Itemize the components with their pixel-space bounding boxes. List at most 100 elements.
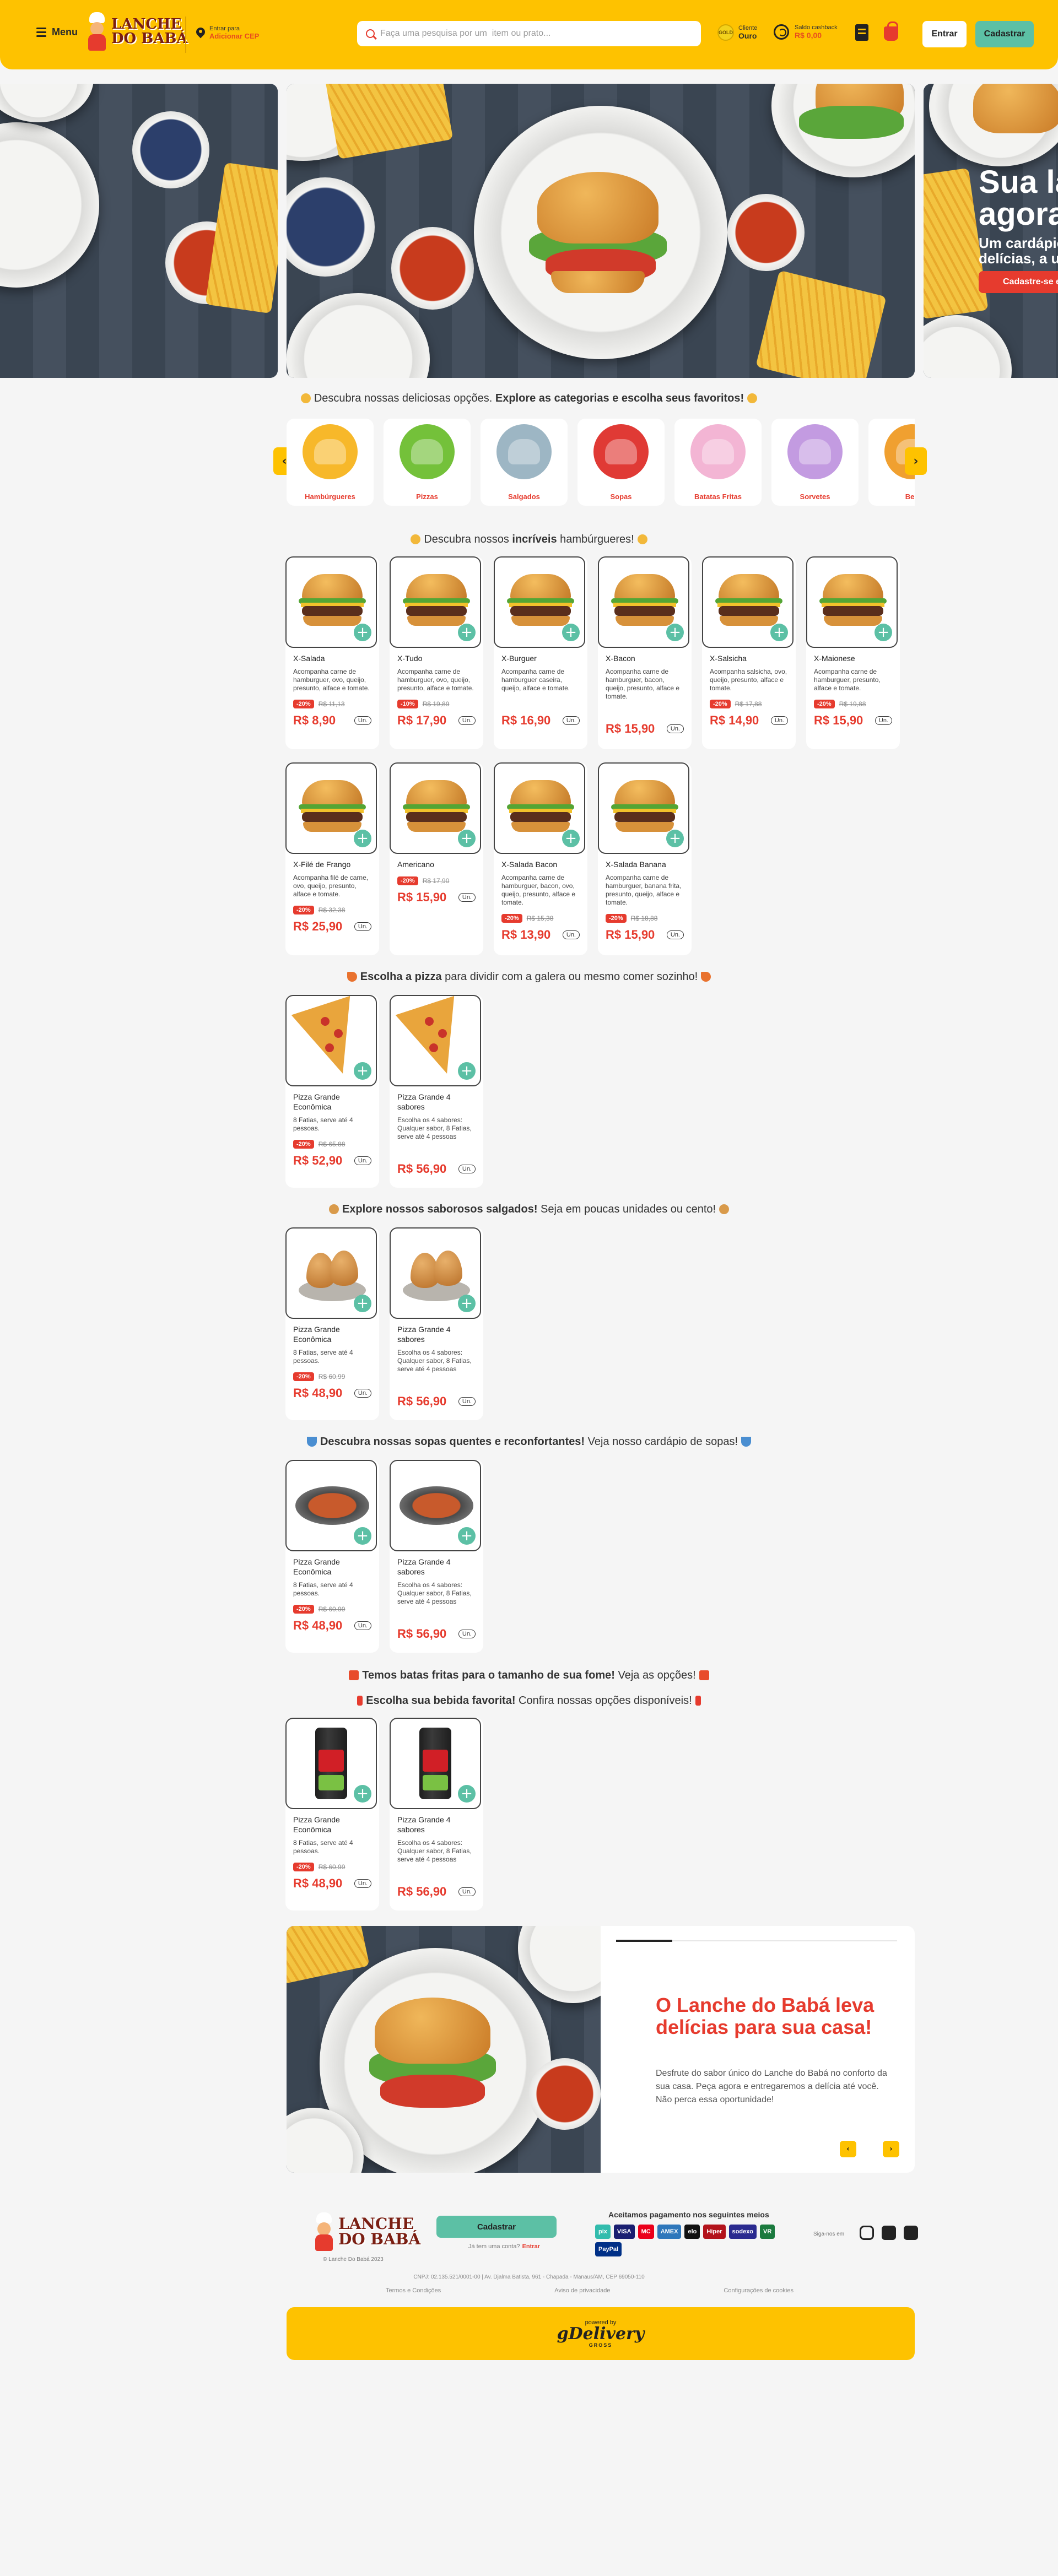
hero-slide-next[interactable]: Sua la agora Um cardápio delícias, a um … xyxy=(924,84,1058,378)
facebook-icon[interactable] xyxy=(904,2226,918,2240)
add-to-cart-button[interactable]: + xyxy=(770,624,788,641)
product-card[interactable]: + X-Burguer Acompanha carne de hamburguer … xyxy=(494,556,587,749)
tiktok-icon[interactable] xyxy=(882,2226,896,2240)
add-to-cart-button[interactable]: + xyxy=(666,624,684,641)
cep-selector[interactable]: Entrar para Adicionar CEP xyxy=(196,25,259,40)
search-input[interactable] xyxy=(380,29,689,39)
product-image[interactable]: + xyxy=(285,762,377,854)
old-price: R$ 60,99 xyxy=(318,1863,346,1871)
product-image[interactable]: + xyxy=(390,995,481,1086)
menu-button[interactable]: Menu xyxy=(36,26,78,38)
add-to-cart-button[interactable]: + xyxy=(458,1785,476,1803)
footer-login-link[interactable]: Entrar xyxy=(522,2243,540,2250)
product-image[interactable]: + xyxy=(806,556,898,648)
category-image xyxy=(690,424,746,479)
product-image[interactable]: + xyxy=(390,762,481,854)
signup-button[interactable]: Cadastrar xyxy=(975,21,1034,47)
cashback-value: R$ 0,00 xyxy=(795,31,822,40)
product-card[interactable]: + X-Salsicha Acompanha salsicha, ovo, quei… xyxy=(702,556,796,749)
product-name: X-Maionese xyxy=(814,654,855,663)
login-button[interactable]: Entrar xyxy=(922,21,967,47)
burger-image xyxy=(299,780,366,835)
product-image[interactable]: + xyxy=(702,556,794,648)
price-row: R$ 8,90 Un. xyxy=(293,713,371,728)
add-to-cart-button[interactable]: + xyxy=(354,1295,371,1312)
product-image[interactable]: + xyxy=(390,556,481,648)
product-image[interactable]: + xyxy=(390,1227,481,1319)
category-card[interactable]: Sopas xyxy=(577,419,665,506)
product-card[interactable]: + Pizza Grande 4 sabores Escolha os 4 sabo… xyxy=(390,1227,483,1420)
add-to-cart-button[interactable]: + xyxy=(875,624,892,641)
product-image[interactable]: + xyxy=(285,556,377,648)
footer-link[interactable]: Termos e Condições xyxy=(386,2287,441,2294)
product-image[interactable]: + xyxy=(598,762,689,854)
add-to-cart-button[interactable]: + xyxy=(354,830,371,847)
product-card[interactable]: + X-Maionese Acompanha carne de hamburguer… xyxy=(806,556,900,749)
product-image[interactable]: + xyxy=(285,995,377,1086)
instagram-icon[interactable] xyxy=(860,2226,874,2240)
product-image[interactable]: + xyxy=(390,1460,481,1551)
product-card[interactable]: + Pizza Grande Econômica 8 Fatias, serve a… xyxy=(285,1718,379,1911)
product-image[interactable]: + xyxy=(598,556,689,648)
product-description: 8 Fatias, serve até 4 pessoas. xyxy=(293,1839,353,1855)
cashback-balance[interactable]: Saldo cashback R$ 0,00 xyxy=(774,24,838,40)
product-card[interactable]: + Pizza Grande 4 sabores Escolha os 4 sabo… xyxy=(390,995,483,1188)
footer-link[interactable]: Configurações de cookies xyxy=(724,2287,794,2294)
product-card[interactable]: + Americano -20% R$ 17,90 R$ 15,90 Un. xyxy=(390,762,483,955)
product-card[interactable]: + Pizza Grande Econômica 8 Fatias, serve a… xyxy=(285,1227,379,1420)
add-to-cart-button[interactable]: + xyxy=(562,624,580,641)
footer-link[interactable]: Aviso de privacidade xyxy=(554,2287,610,2294)
product-image[interactable]: + xyxy=(494,762,585,854)
footer-signup-button[interactable]: Cadastrar xyxy=(436,2216,557,2238)
category-card[interactable]: Pizzas xyxy=(384,419,471,506)
product-image[interactable]: + xyxy=(390,1718,481,1809)
product-card[interactable]: + X-Salada Bacon Acompanha carne de hambur… xyxy=(494,762,587,955)
category-card[interactable]: Hambúrgueres xyxy=(287,419,374,506)
add-to-cart-button[interactable]: + xyxy=(458,1062,476,1080)
product-card[interactable]: + X-Filé de Frango Acompanha filé de carne… xyxy=(285,762,379,955)
footer-logo[interactable]: LANCHE DO BABÁ xyxy=(313,2212,420,2251)
add-to-cart-button[interactable]: + xyxy=(354,624,371,641)
add-to-cart-button[interactable]: + xyxy=(354,1527,371,1545)
add-to-cart-button[interactable]: + xyxy=(458,1527,476,1545)
product-image[interactable]: + xyxy=(285,1718,377,1809)
hero-slide-main[interactable] xyxy=(287,84,915,378)
orders-icon[interactable] xyxy=(855,24,868,41)
client-tier[interactable]: GOLD Cliente Ouro xyxy=(717,24,757,41)
chef-mascot-icon xyxy=(313,2212,335,2251)
product-image[interactable]: + xyxy=(494,556,585,648)
category-card[interactable]: Batatas Fritas xyxy=(674,419,762,506)
product-name: Americano xyxy=(397,860,434,869)
hero-slide-prev[interactable] xyxy=(0,84,278,378)
product-card[interactable]: + Pizza Grande 4 sabores Escolha os 4 sabo… xyxy=(390,1460,483,1653)
hero-cta-button[interactable]: Cadastre-se e xyxy=(979,271,1058,293)
site-logo[interactable]: LANCHE DO BABÁ xyxy=(86,12,188,51)
product-card[interactable]: + Pizza Grande 4 sabores Escolha os 4 sabo… xyxy=(390,1718,483,1911)
product-card[interactable]: + X-Salada Acompanha carne de hamburguer, … xyxy=(285,556,379,749)
powered-by-banner[interactable]: powered by gDelivery GROSS xyxy=(287,2307,915,2360)
add-to-cart-button[interactable]: + xyxy=(562,830,580,847)
category-card[interactable]: Salgados xyxy=(481,419,568,506)
product-card[interactable]: + X-Bacon Acompanha carne de hamburguer, b… xyxy=(598,556,692,749)
product-price: R$ 48,90 xyxy=(293,1876,343,1890)
product-card[interactable]: + Pizza Grande Econômica 8 Fatias, serve a… xyxy=(285,995,379,1188)
add-to-cart-button[interactable]: + xyxy=(354,1062,371,1080)
product-image[interactable]: + xyxy=(285,1460,377,1551)
product-card[interactable]: + Pizza Grande Econômica 8 Fatias, serve a… xyxy=(285,1460,379,1653)
add-to-cart-button[interactable]: + xyxy=(458,830,476,847)
product-image[interactable]: + xyxy=(285,1227,377,1319)
shopping-bag-icon[interactable] xyxy=(884,21,898,41)
category-card[interactable]: Sorvetes xyxy=(771,419,859,506)
promo-prev-button[interactable]: ‹ xyxy=(840,2141,856,2157)
categories-next-button[interactable]: › xyxy=(905,447,927,475)
promo-next-button[interactable]: › xyxy=(883,2141,899,2157)
old-price: R$ 19,88 xyxy=(839,700,866,708)
add-to-cart-button[interactable]: + xyxy=(458,624,476,641)
add-to-cart-button[interactable]: + xyxy=(666,830,684,847)
product-card[interactable]: + X-Salada Banana Acompanha carne de hambu… xyxy=(598,762,692,955)
product-card[interactable]: + X-Tudo Acompanha carne de hamburguer, ov… xyxy=(390,556,483,749)
add-to-cart-button[interactable]: + xyxy=(354,1785,371,1803)
product-price: R$ 15,90 xyxy=(397,890,447,904)
search-bar[interactable] xyxy=(357,21,701,46)
add-to-cart-button[interactable]: + xyxy=(458,1295,476,1312)
